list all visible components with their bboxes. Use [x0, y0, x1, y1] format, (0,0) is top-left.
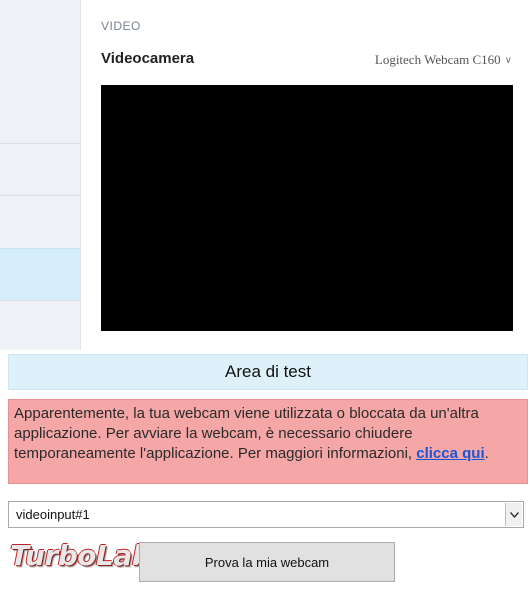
video-input-select[interactable]: videoinput#1 [8, 501, 524, 528]
video-section-label: VIDEO [101, 19, 141, 33]
sidebar-item-selected[interactable] [0, 248, 80, 301]
video-input-value: videoinput#1 [16, 507, 90, 522]
sidebar-item[interactable] [0, 195, 80, 248]
camera-device-value: Logitech Webcam C160 [374, 52, 501, 67]
sidebar [0, 0, 81, 350]
test-webcam-button-label: Prova la mia webcam [204, 554, 330, 570]
error-text: Apparentemente, la tua webcam viene util… [14, 405, 479, 462]
dropdown-arrow-icon[interactable] [505, 503, 522, 526]
sidebar-item[interactable] [0, 300, 80, 351]
more-info-link[interactable]: clicca qui [416, 445, 484, 462]
webcam-preview [101, 85, 513, 331]
sidebar-item[interactable] [0, 143, 80, 195]
test-area-title: Area di test [225, 362, 311, 381]
video-camera-title: Videocamera [101, 50, 195, 67]
test-area-banner: Area di test [8, 354, 528, 390]
test-webcam-button[interactable]: Prova la mia webcam [139, 542, 395, 582]
webcam-error-message: Apparentemente, la tua webcam viene util… [8, 399, 528, 484]
chevron-down-icon: ∨ [504, 54, 512, 66]
camera-device-select[interactable]: Logitech Webcam C160 ∨ [375, 52, 512, 68]
error-text-tail: . [484, 445, 489, 462]
